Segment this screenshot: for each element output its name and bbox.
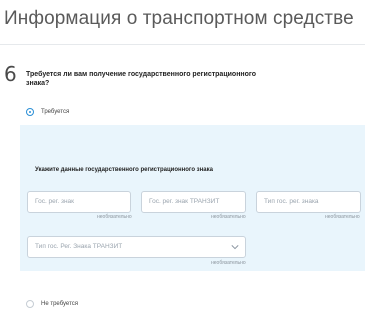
transit-number-field[interactable]: Гос. рег. знак ТРАНЗИТ xyxy=(141,191,246,213)
transit-number-hint: необязательно xyxy=(211,214,246,220)
plate-number-field[interactable]: Гос. рег. знак xyxy=(27,191,131,213)
radio-not-required-label[interactable]: Не требуется xyxy=(41,301,78,307)
radio-required-label[interactable]: Требуется xyxy=(41,109,69,115)
header-divider xyxy=(0,44,365,45)
chevron-down-icon xyxy=(231,245,239,250)
plate-section-title: Укажите данные государственного регистра… xyxy=(35,167,213,173)
radio-required[interactable] xyxy=(26,108,34,116)
plate-number-hint: необязательно xyxy=(97,214,132,220)
plate-type-hint: необязательно xyxy=(325,214,360,220)
transit-type-hint: необязательно xyxy=(211,260,246,266)
step-question: Требуется ли вам получение государственн… xyxy=(26,71,257,87)
transit-type-select-value: Тип гос. Рег. Знака ТРАНЗИТ xyxy=(35,243,123,250)
radio-not-required[interactable] xyxy=(26,300,34,308)
plate-type-field[interactable]: Тип гос. рег. знака xyxy=(256,191,361,213)
page-title: Информация о транспортном средстве xyxy=(4,8,354,29)
step-number: 6 xyxy=(4,62,17,86)
transit-type-select[interactable]: Тип гос. Рег. Знака ТРАНЗИТ xyxy=(27,236,246,258)
